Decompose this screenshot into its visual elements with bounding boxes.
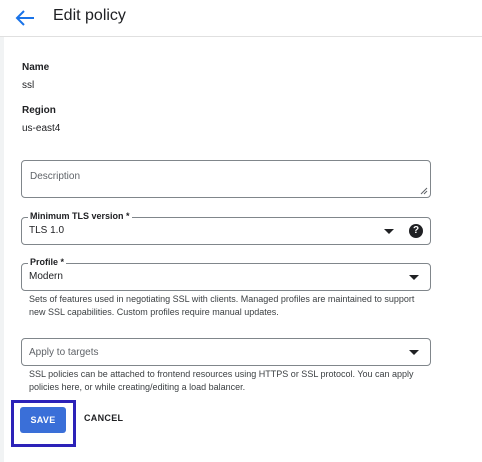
targets-select[interactable]: Apply to targets xyxy=(21,338,431,366)
region-label: Region xyxy=(22,105,56,116)
profile-label: Profile * xyxy=(28,257,67,267)
page-header: Edit policy xyxy=(0,0,482,37)
left-rail xyxy=(0,37,4,462)
min-tls-label: Minimum TLS version * xyxy=(28,211,132,221)
help-icon[interactable]: ? xyxy=(409,224,423,238)
description-placeholder: Description xyxy=(30,171,81,182)
targets-hint: SSL policies can be attached to frontend… xyxy=(29,369,414,392)
targets-placeholder: Apply to targets xyxy=(29,347,99,358)
name-label: Name xyxy=(22,62,50,73)
min-tls-value: TLS 1.0 xyxy=(29,225,65,236)
profile-value: Modern xyxy=(29,271,63,282)
resize-handle-icon[interactable] xyxy=(420,187,428,195)
chevron-down-icon[interactable] xyxy=(409,275,419,280)
name-value: ssl xyxy=(22,80,35,91)
chevron-down-icon[interactable] xyxy=(384,229,394,234)
save-button[interactable]: SAVE xyxy=(20,407,66,433)
profile-hint: Sets of features used in negotiating SSL… xyxy=(29,294,415,317)
arrow-back-icon[interactable] xyxy=(14,8,36,28)
min-tls-select[interactable]: Minimum TLS version * TLS 1.0 ? xyxy=(21,211,431,245)
profile-select[interactable]: Profile * Modern xyxy=(21,257,431,291)
page-title: Edit policy xyxy=(53,7,126,24)
cancel-button[interactable]: CANCEL xyxy=(84,413,123,423)
chevron-down-icon[interactable] xyxy=(409,350,419,355)
region-value: us-east4 xyxy=(22,123,61,134)
description-field[interactable]: Description xyxy=(21,160,431,198)
